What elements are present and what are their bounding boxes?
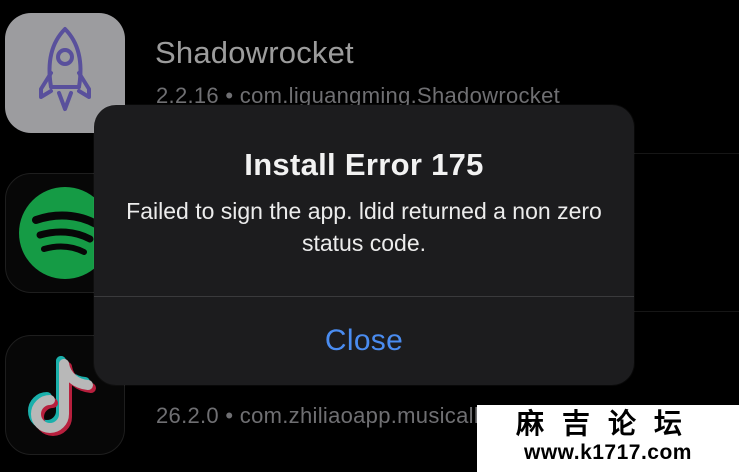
alert-message: Failed to sign the app. ldid returned a …: [126, 198, 602, 256]
error-alert-dialog: Install Error 175 Failed to sign the app…: [94, 105, 634, 385]
app-list-screen: Shadowrocket 2.2.16 • com.liguangming.Sh…: [0, 0, 739, 472]
watermark-logo: 麻吉论坛 www.k1717.com: [477, 405, 739, 472]
watermark-url: www.k1717.com: [524, 441, 692, 464]
alert-title: Install Error 175: [244, 147, 484, 182]
close-button[interactable]: Close: [94, 297, 634, 385]
watermark-text: 麻吉论坛: [515, 407, 700, 440]
